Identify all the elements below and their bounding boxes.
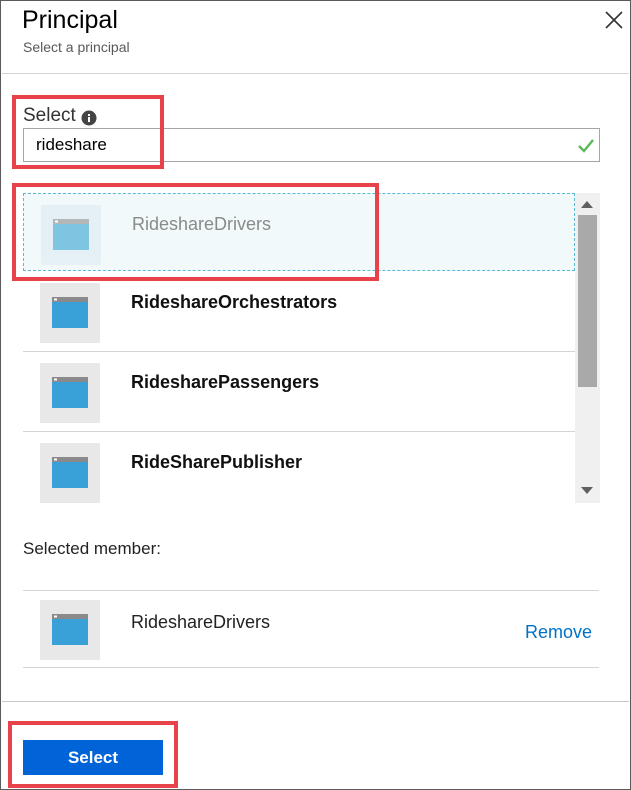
principal-panel: Principal Select a principal Select ride… <box>0 0 631 790</box>
check-icon <box>578 139 594 153</box>
list-item[interactable]: RidesharePassengers <box>23 352 575 432</box>
footer-divider <box>2 701 629 702</box>
select-button[interactable]: Select <box>23 740 163 775</box>
app-window-icon <box>40 363 100 423</box>
selected-member-heading: Selected member: <box>23 539 161 558</box>
scroll-up-icon[interactable] <box>581 201 593 208</box>
app-window-icon <box>40 283 100 343</box>
info-icon[interactable] <box>81 110 97 126</box>
search-field[interactable] <box>23 128 600 162</box>
results-scrollbar[interactable] <box>575 193 600 503</box>
search-input[interactable] <box>36 129 556 161</box>
list-item-label: RideshareDrivers <box>132 214 272 234</box>
scroll-thumb[interactable] <box>578 215 597 387</box>
list-item-label: RidesharePassengers <box>131 372 320 392</box>
list-item[interactable]: RideshareDrivers <box>23 193 575 271</box>
app-window-icon <box>40 443 100 503</box>
selected-member-label: RideshareDrivers <box>131 612 271 632</box>
select-field-label: Select <box>23 105 76 126</box>
close-button[interactable] <box>601 7 627 33</box>
list-item[interactable]: RideSharePublisher <box>23 432 575 503</box>
results-list: RideshareDrivers RideshareOrchestrators <box>23 193 600 503</box>
remove-member-link[interactable]: Remove <box>525 622 592 643</box>
panel-title: Principal <box>22 6 118 34</box>
app-window-icon <box>40 600 100 660</box>
list-item-label: RideSharePublisher <box>131 452 303 472</box>
close-icon <box>605 11 623 29</box>
panel-subtitle: Select a principal <box>23 39 130 55</box>
header-divider <box>2 73 629 74</box>
list-item[interactable]: RideshareOrchestrators <box>23 272 575 352</box>
scroll-down-icon[interactable] <box>581 487 593 494</box>
list-item-label: RideshareOrchestrators <box>131 292 338 312</box>
app-window-icon <box>41 205 101 265</box>
selected-member-row: RideshareDrivers Remove <box>23 591 599 668</box>
